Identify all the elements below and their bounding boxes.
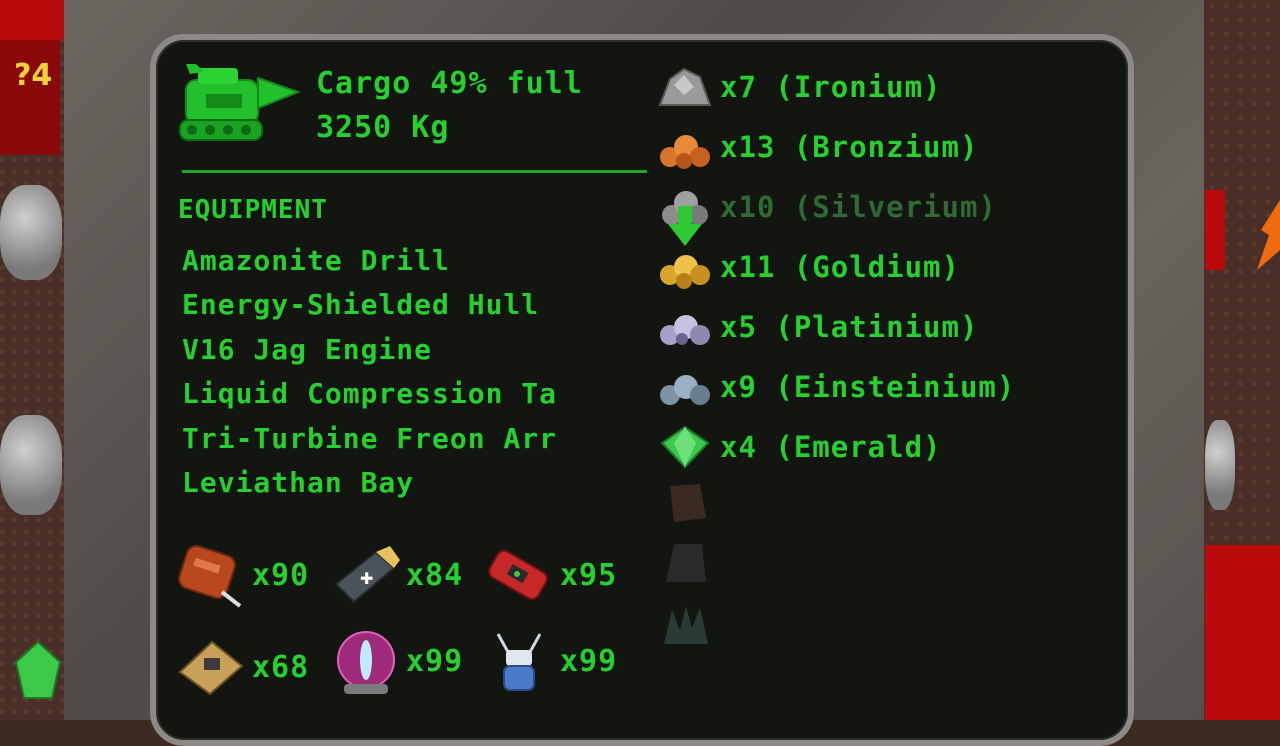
consumable-count: x68 xyxy=(252,649,310,685)
cargo-weight-text: 3250 Kg xyxy=(316,110,450,145)
consumable-teleporter[interactable]: x99 xyxy=(330,626,463,696)
fire-icon xyxy=(1257,200,1280,270)
consumable-count: x95 xyxy=(560,557,618,593)
rock-block xyxy=(1205,420,1235,510)
down-arrow-icon xyxy=(668,206,702,246)
consumable-count: x90 xyxy=(252,557,310,593)
consumable-fuel-tank[interactable]: x90 xyxy=(176,540,309,610)
consumable-matter-transmitter[interactable]: x99 xyxy=(484,626,617,696)
consumable-plastic-explosive[interactable]: x68 xyxy=(176,632,309,702)
rock-block xyxy=(0,415,62,515)
equipment-item: Amazonite Drill xyxy=(182,244,450,277)
cargo-fill-text: Cargo 49% full xyxy=(316,66,583,101)
lava-block xyxy=(1205,545,1280,720)
ore-row-silverium: x10 (Silverium) xyxy=(656,182,997,232)
consumable-count: x99 xyxy=(406,643,464,679)
emerald-icon xyxy=(660,425,710,469)
fuel-tank-icon xyxy=(178,544,242,608)
plastic-explosive-icon xyxy=(178,640,244,696)
platinium-ore-icon xyxy=(660,315,710,345)
matter-transmitter-icon xyxy=(496,633,542,691)
consumable-dynamite[interactable]: x95 xyxy=(484,540,617,610)
ore-row-einsteinium: x9 (Einsteinium) xyxy=(656,362,1015,412)
svg-text:✚: ✚ xyxy=(360,569,373,588)
consumable-repair-kit[interactable]: ✚ x84 xyxy=(330,540,463,610)
rock-block xyxy=(0,185,62,280)
ore-row-emerald: x4 (Emerald) xyxy=(656,422,942,472)
locked-ore-slot-icon xyxy=(670,484,706,522)
ore-label: x11 (Goldium) xyxy=(720,250,960,284)
equipment-item: V16 Jag Engine xyxy=(182,333,433,366)
teleporter-icon xyxy=(337,631,395,694)
einsteinium-ore-icon xyxy=(660,375,710,405)
locked-ore-slot-icon xyxy=(666,544,706,582)
consumable-count: x99 xyxy=(560,643,618,679)
ore-row-platinium: x5 (Platinium) xyxy=(656,302,978,352)
ore-label: x10 (Silverium) xyxy=(720,190,997,224)
dynamite-icon xyxy=(488,549,548,601)
consumable-count: x84 xyxy=(406,557,464,593)
lava-block xyxy=(1205,190,1225,270)
emerald-ground-icon xyxy=(14,640,62,699)
equipment-heading: EQUIPMENT xyxy=(178,195,328,225)
ore-label: x4 (Emerald) xyxy=(720,430,942,464)
lava-block xyxy=(0,0,64,40)
locked-ore-slot-icon xyxy=(664,606,708,644)
divider xyxy=(182,170,647,173)
ore-label: x9 (Einsteinium) xyxy=(720,370,1016,404)
drill-vehicle-icon xyxy=(179,64,301,141)
equipment-item: Liquid Compression Ta xyxy=(182,377,558,410)
ore-row-bronzium: x13 (Bronzium) xyxy=(656,122,978,172)
goldium-ore-icon xyxy=(660,255,710,289)
ore-label: x5 (Platinium) xyxy=(720,310,979,344)
ironium-ore-icon xyxy=(658,67,712,106)
bronzium-ore-icon xyxy=(660,135,710,169)
ore-label: x13 (Bronzium) xyxy=(720,130,979,164)
ore-row-goldium: x11 (Goldium) xyxy=(656,242,960,292)
repair-kit-icon: ✚ xyxy=(334,546,400,604)
ore-label: x7 (Ironium) xyxy=(720,70,942,104)
equipment-item: Tri-Turbine Freon Arr xyxy=(182,422,558,455)
equipment-item: Energy-Shielded Hull xyxy=(182,288,540,321)
equipment-item: Leviathan Bay xyxy=(182,466,415,499)
score-fragment: ?4 xyxy=(14,58,53,93)
ore-row-ironium: x7 (Ironium) xyxy=(656,62,942,112)
